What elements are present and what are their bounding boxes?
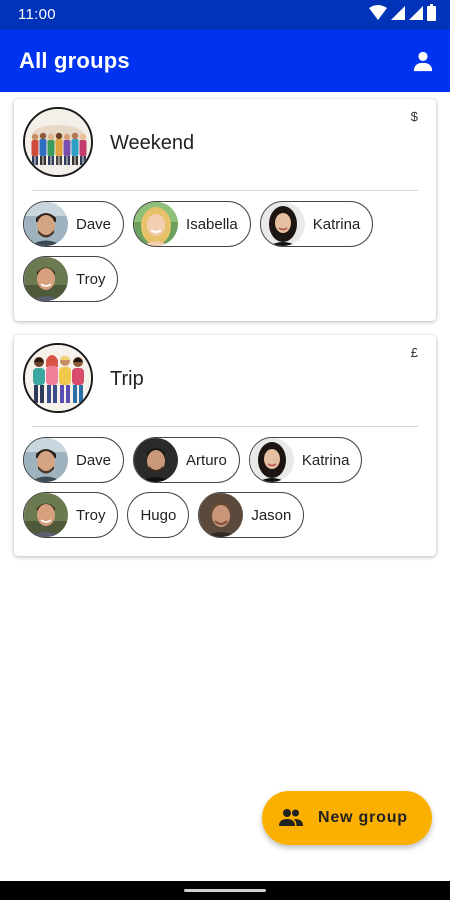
avatar	[24, 438, 68, 482]
member-name: Troy	[76, 270, 106, 288]
crowd-avatar-icon	[25, 109, 91, 175]
divider	[32, 190, 418, 191]
member-name: Dave	[76, 215, 112, 233]
avatar	[199, 493, 244, 537]
member-chip-dave[interactable]: Dave	[23, 437, 125, 483]
group-add-icon	[279, 809, 303, 826]
avatar	[134, 438, 179, 482]
member-chip-katrina[interactable]: Katrina	[248, 437, 363, 483]
people-avatar-icon	[25, 345, 91, 411]
member-name: Troy	[76, 506, 106, 524]
group-name: Trip	[110, 368, 144, 390]
home-handle[interactable]	[184, 889, 266, 892]
member-chip-dave[interactable]: Dave	[23, 201, 125, 247]
group-avatar	[23, 343, 93, 413]
group-avatar	[23, 107, 93, 177]
member-name: Katrina	[301, 451, 350, 469]
signal-icon	[409, 5, 423, 26]
member-name: Jason	[251, 506, 292, 524]
member-chips: Dave Isabella Katrina Troy	[23, 201, 423, 302]
member-chip-troy[interactable]: Troy	[23, 492, 119, 538]
member-chip-arturo[interactable]: Arturo	[133, 437, 240, 483]
status-bar: 11:00	[0, 0, 450, 30]
group-card-trip[interactable]: Trip £ Dave Arturo Katrina Troy Hugo Jas…	[14, 335, 436, 556]
avatar	[134, 202, 179, 246]
status-time: 11:00	[18, 6, 56, 23]
new-group-label: New group	[318, 809, 408, 826]
group-name: Weekend	[110, 132, 195, 154]
member-chip-isabella[interactable]: Isabella	[133, 201, 251, 247]
member-chip-troy[interactable]: Troy	[23, 256, 119, 302]
group-card-weekend[interactable]: Weekend $ Dave Isabella Katrina Troy	[14, 99, 436, 321]
avatar	[24, 257, 68, 301]
battery-icon	[427, 4, 436, 26]
avatar	[260, 202, 305, 246]
member-chip-katrina[interactable]: Katrina	[259, 201, 374, 247]
avatar	[24, 202, 68, 246]
account-icon	[413, 51, 433, 72]
currency-symbol: $	[410, 109, 418, 124]
member-chips: Dave Arturo Katrina Troy Hugo Jason	[23, 437, 423, 538]
account-button[interactable]	[409, 47, 437, 75]
member-name: Dave	[76, 451, 112, 469]
divider	[32, 426, 418, 427]
avatar	[24, 493, 68, 537]
member-chip-jason[interactable]: Jason	[198, 492, 305, 538]
page-title: All groups	[19, 48, 130, 73]
system-nav-bar	[0, 881, 450, 900]
status-icons	[369, 4, 436, 26]
app-bar: All groups	[0, 30, 450, 92]
member-name: Katrina	[312, 215, 361, 233]
new-group-button[interactable]: New group	[262, 791, 432, 845]
avatar	[249, 438, 294, 482]
wifi-icon	[369, 4, 387, 26]
member-name: Hugo	[140, 506, 177, 524]
member-name: Isabella	[186, 215, 238, 233]
signal-icon	[391, 5, 405, 26]
member-name: Arturo	[186, 451, 227, 469]
currency-symbol: £	[410, 345, 418, 360]
member-chip-hugo[interactable]: Hugo	[127, 492, 190, 538]
